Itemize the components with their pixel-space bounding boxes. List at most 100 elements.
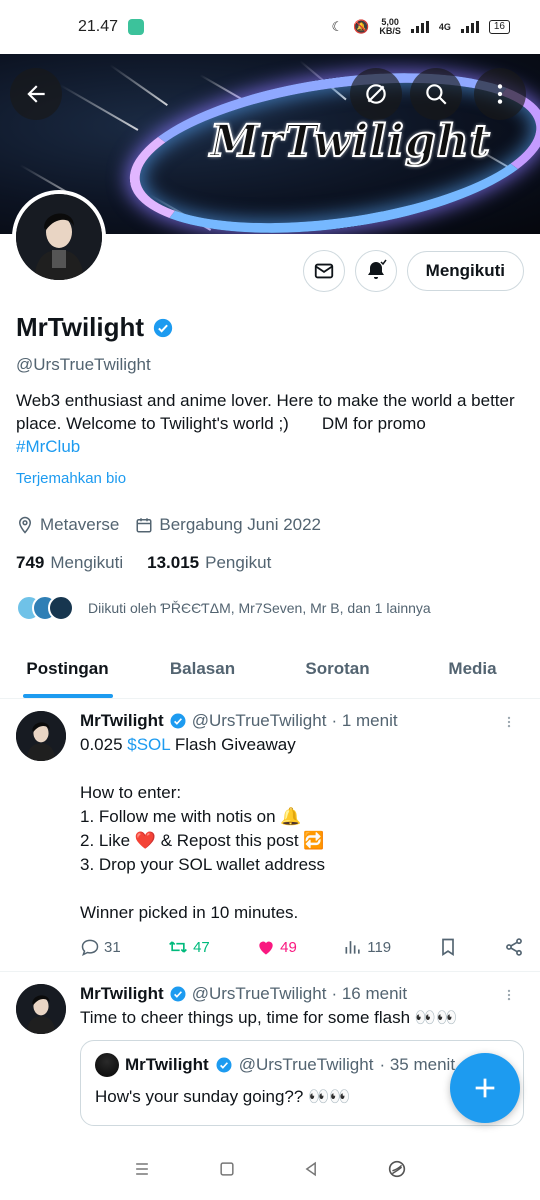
banner-brand-text: MrTwilight	[209, 115, 491, 168]
avatar-illustration	[16, 194, 102, 280]
mute-icon: 🔕	[353, 19, 370, 34]
back-nav-button[interactable]	[301, 1159, 321, 1184]
views-button[interactable]: 119	[343, 937, 391, 957]
reply-icon	[81, 939, 99, 956]
follower-avatars	[16, 595, 74, 621]
post-avatar[interactable]	[16, 711, 66, 761]
profile-meta: Metaverse Bergabung Juni 2022	[16, 515, 524, 535]
location-text: Metaverse	[40, 515, 120, 534]
followed-by-text: Diikuti oleh ƤŘЄЄƬΔM, Mr7Seven, Mr B, da…	[88, 600, 431, 616]
more-vertical-icon	[507, 989, 511, 1001]
grok-button[interactable]	[350, 68, 402, 120]
net-speed: 5,00 KB/S	[379, 17, 401, 36]
compose-post-button[interactable]	[450, 1053, 520, 1123]
tab-posts[interactable]: Postingan	[0, 645, 135, 698]
post-author-name[interactable]: MrTwilight	[80, 711, 164, 731]
following-button[interactable]: Mengikuti	[406, 251, 524, 291]
back-button[interactable]	[10, 68, 62, 120]
location-pin-icon	[18, 516, 32, 534]
post-body: MrTwilight @UrsTrueTwilight · 1 menit 0.…	[80, 711, 524, 971]
post-text: Time to cheer things up, time for some f…	[80, 1008, 458, 1027]
post-time: · 1 menit	[331, 711, 398, 730]
plus-icon	[475, 1078, 495, 1098]
share-button[interactable]	[504, 937, 524, 957]
following-stat[interactable]: 749 Mengikuti	[16, 553, 123, 573]
post-author-handle: @UrsTrueTwilight	[191, 711, 327, 730]
post-more-button[interactable]	[502, 986, 516, 1009]
signal-icon-2	[460, 21, 479, 33]
post-author-handle: @UrsTrueTwilight	[191, 984, 327, 1003]
avatar-illustration	[16, 711, 66, 761]
followed-by-row[interactable]: Diikuti oleh ƤŘЄЄƬΔM, Mr7Seven, Mr B, da…	[16, 595, 524, 621]
quote-header: MrTwilight @UrsTrueTwilight · 35 menit	[95, 1053, 509, 1077]
more-vertical-icon	[497, 84, 503, 104]
profile-tabs: Postingan Balasan Sorotan Media	[0, 645, 540, 699]
post-author-name[interactable]: MrTwilight	[80, 984, 164, 1004]
post-item[interactable]: MrTwilight @UrsTrueTwilight · 1 menit 0.…	[0, 699, 540, 972]
quote-time: · 35 menit	[379, 1055, 456, 1074]
verified-badge-icon	[170, 713, 186, 729]
mail-icon	[314, 263, 333, 279]
more-vertical-icon	[507, 716, 511, 728]
quote-text: How's your sunday going?? 👀👀	[95, 1087, 351, 1106]
quote-avatar	[95, 1053, 119, 1077]
recent-apps-button[interactable]	[132, 1159, 152, 1184]
notifications-button[interactable]	[354, 250, 397, 292]
quote-author-name: MrTwilight	[125, 1055, 209, 1074]
post-header: MrTwilight @UrsTrueTwilight · 1 menit	[80, 711, 524, 731]
profile-info: MrTwilight @UrsTrueTwilight Web3 enthusi…	[0, 312, 540, 621]
tab-highlights[interactable]: Sorotan	[270, 645, 405, 698]
back-triangle-icon	[305, 1161, 317, 1176]
post-avatar[interactable]	[16, 984, 66, 1034]
location-item: Metaverse	[16, 515, 119, 535]
follow-stats: 749 Mengikuti 13.015 Pengikut	[16, 553, 524, 573]
app-notification-icon	[128, 19, 145, 35]
post-actions: 31 47 49 119	[80, 925, 524, 971]
heart-icon	[259, 941, 273, 955]
bell-check-icon	[367, 259, 387, 279]
post-text: 0.025 $SOL Flash Giveaway How to enter: …	[80, 735, 326, 922]
status-time: 21.47	[78, 18, 119, 35]
calendar-icon	[136, 518, 152, 533]
assistant-button[interactable]	[386, 1158, 408, 1185]
followers-stat[interactable]: 13.015 Pengikut	[147, 553, 271, 573]
post-time: · 16 menit	[331, 984, 408, 1003]
reply-button[interactable]: 31	[80, 937, 121, 957]
repost-button[interactable]: 47	[167, 937, 210, 957]
cashtag-link[interactable]: $SOL	[127, 735, 170, 754]
joined-item: Bergabung Juni 2022	[135, 515, 321, 535]
bookmark-button[interactable]	[438, 937, 458, 957]
joined-text: Bergabung Juni 2022	[159, 515, 322, 534]
follower-avatar	[48, 595, 74, 621]
battery-icon: 16	[488, 20, 510, 34]
more-options-button[interactable]	[474, 68, 526, 120]
post-more-button[interactable]	[502, 713, 516, 736]
post-header: MrTwilight @UrsTrueTwilight · 16 menit	[80, 984, 524, 1004]
home-button[interactable]	[217, 1159, 237, 1184]
profile-bio: Web3 enthusiast and anime lover. Here to…	[16, 389, 524, 458]
tab-replies[interactable]: Balasan	[135, 645, 270, 698]
status-indicators: ☾ 🔕 5,00 KB/S 4G 16	[332, 17, 510, 36]
message-button[interactable]	[302, 250, 345, 292]
system-nav-bar	[0, 1142, 540, 1200]
grok-icon	[366, 84, 386, 104]
translate-bio-link[interactable]: Terjemahkan bio	[16, 470, 524, 487]
profile-head: Mengikuti	[0, 190, 540, 324]
profile-actions: Mengikuti	[302, 250, 524, 292]
tab-media[interactable]: Media	[405, 645, 540, 698]
bio-text: Web3 enthusiast and anime lover. Here to…	[16, 391, 520, 433]
search-icon	[426, 84, 447, 105]
status-bar: 21.47 ☾ 🔕 5,00 KB/S 4G 16	[0, 0, 540, 54]
bio-hashtag-link[interactable]: #MrClub	[16, 435, 524, 458]
search-button[interactable]	[410, 68, 462, 120]
home-square-icon	[220, 1161, 234, 1176]
profile-avatar[interactable]	[12, 190, 106, 284]
verified-badge-icon	[170, 986, 186, 1002]
avatar-illustration	[16, 984, 66, 1034]
back-arrow-icon	[27, 85, 45, 103]
like-button[interactable]: 49	[256, 937, 297, 957]
signal-icon	[410, 21, 429, 33]
views-chart-icon	[345, 941, 360, 954]
assistant-icon	[388, 1160, 405, 1177]
bookmark-icon	[441, 938, 454, 957]
